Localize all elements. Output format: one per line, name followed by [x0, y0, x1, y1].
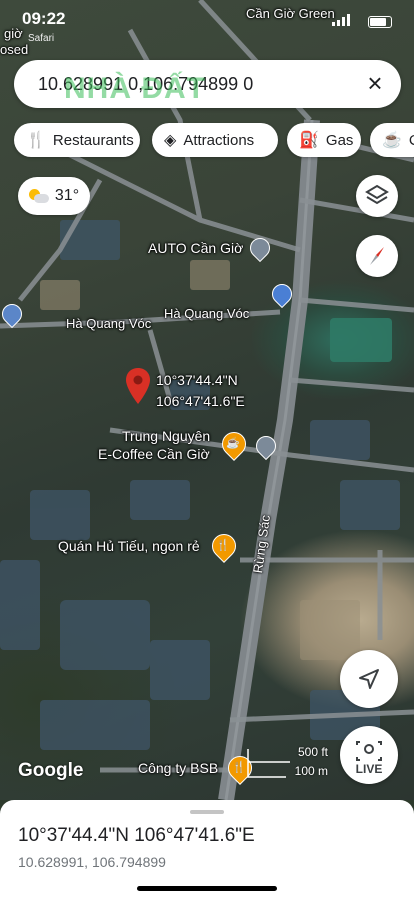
restaurant-icon: 🍴 [26, 132, 46, 149]
chip-gas[interactable]: ⛽ Gas [287, 123, 361, 157]
my-location-button[interactable] [340, 650, 398, 708]
chip-label: Attractions [183, 131, 255, 149]
navigation-arrow-icon [359, 669, 379, 689]
cafe-label-1[interactable]: Trung Nguyên [122, 428, 210, 444]
road-label-2: Hà Quang Vóc [164, 306, 250, 321]
place-sheet[interactable]: 10°37'44.4"N 106°47'41.6"E 10.628991, 10… [0, 800, 414, 900]
compass-icon [370, 247, 384, 265]
gas-icon: ⛽ [299, 132, 319, 149]
status-time: 09:22 [22, 9, 66, 28]
road-label-1: Hà Quang Vóc [66, 316, 152, 331]
weather-chip[interactable]: 31° [18, 177, 90, 215]
clear-search-icon[interactable]: × [363, 70, 387, 96]
status-bar: 09:22 Safari Cần Giờ Green [0, 0, 414, 44]
attractions-icon: ◈ [164, 132, 177, 149]
sheet-handle[interactable] [190, 810, 224, 814]
back-to-app-label[interactable]: Safari [28, 33, 54, 44]
layers-button[interactable] [356, 175, 398, 217]
compass-button[interactable] [356, 235, 398, 277]
coordinates-decimal: 10.628991, 106.794899 [18, 854, 166, 870]
map-label-left-closed: osed [0, 42, 29, 57]
signal-icon [332, 14, 350, 26]
chip-label: C [409, 132, 414, 149]
scale-bar: 500 ft 100 m [246, 745, 330, 781]
watermark-logo: NHÀ ĐẤT [64, 72, 206, 105]
carrier-map-label: Cần Giờ Green [246, 6, 335, 21]
category-chips: 🍴 Restaurants ◈ Attractions ⛽ Gas ☕ C [14, 123, 414, 157]
weather-temp: 31° [54, 187, 80, 204]
coffee-icon: ☕ [382, 132, 402, 149]
chip-coffee[interactable]: ☕ C [370, 123, 414, 157]
map-label-auto[interactable]: AUTO Cần Giờ [148, 240, 243, 256]
google-logo: Google [18, 760, 84, 781]
live-label: LIVE [355, 762, 383, 776]
layers-icon [365, 184, 389, 205]
dropped-pin-icon[interactable] [126, 368, 150, 404]
scale-meters: 100 m [294, 764, 328, 778]
chip-attractions[interactable]: ◈ Attractions [152, 123, 278, 157]
home-indicator[interactable] [137, 886, 277, 891]
coordinates-dms: 10°37'44.4"N 106°47'41.6"E [18, 825, 255, 846]
food-label[interactable]: Quán Hủ Tiếu, ngon rẻ [58, 538, 200, 554]
pin-lng-label: 106°47'41.6"E [156, 393, 245, 409]
company-label[interactable]: Công ty BSB [138, 760, 218, 776]
chip-label: Restaurants [52, 131, 134, 149]
cafe-label-2[interactable]: E-Coffee Cần Giờ [98, 446, 210, 462]
partly-cloudy-icon [28, 189, 49, 203]
chip-restaurants[interactable]: 🍴 Restaurants [14, 123, 140, 157]
battery-icon [368, 16, 392, 28]
map-label-left: giờ [4, 26, 23, 41]
chip-label: Gas [325, 131, 354, 149]
pin-lat-label: 10°37'44.4"N [156, 372, 238, 388]
live-view-button[interactable]: LIVE [340, 726, 398, 784]
scale-feet: 500 ft [297, 745, 328, 759]
